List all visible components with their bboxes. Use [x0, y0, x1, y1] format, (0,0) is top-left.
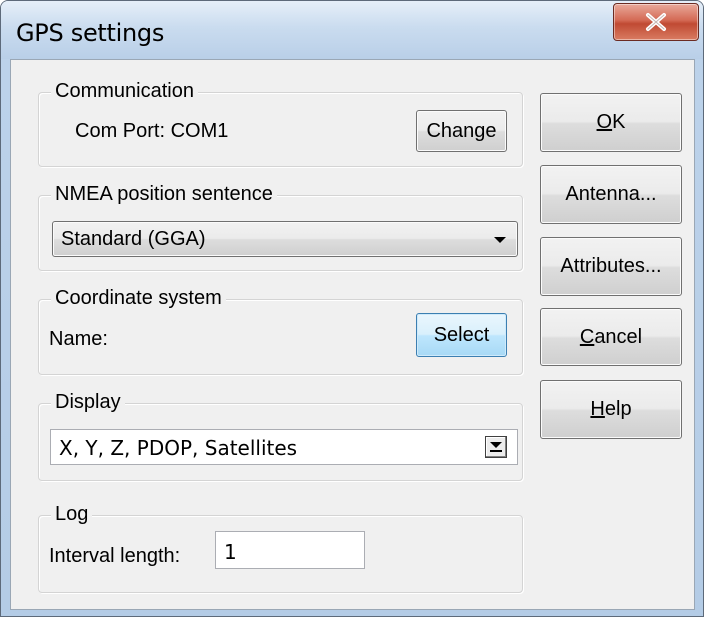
- antenna-button[interactable]: Antenna...: [540, 165, 682, 224]
- antenna-label: Antenna...: [565, 183, 657, 205]
- help-mnemonic: H: [590, 398, 605, 420]
- change-button-label: Change: [426, 119, 497, 142]
- interval-length-value: 1: [224, 540, 237, 564]
- help-label: elp: [604, 398, 632, 420]
- select-button-label: Select: [433, 323, 490, 346]
- log-group-label: Log: [51, 503, 93, 526]
- display-fields-select[interactable]: X, Y, Z, PDOP, Satellites: [50, 429, 518, 465]
- attributes-button[interactable]: Attributes...: [540, 237, 682, 296]
- com-port-text: Com Port: COM1: [75, 120, 229, 142]
- display-group-label: Display: [51, 391, 125, 414]
- nmea-sentence-select[interactable]: Standard (GGA): [52, 221, 518, 257]
- close-icon: [646, 13, 666, 31]
- cancel-label: ancel: [594, 325, 643, 348]
- nmea-group-label: NMEA position sentence: [51, 183, 277, 206]
- close-button[interactable]: [613, 3, 699, 41]
- chevron-down-icon: [494, 237, 506, 243]
- dialog-body: Communication Com Port: COM1 Change NMEA…: [10, 59, 695, 610]
- display-dropdown-button[interactable]: [485, 436, 507, 458]
- title-bar[interactable]: GPS settings: [1, 1, 703, 59]
- cancel-mnemonic: C: [579, 325, 595, 348]
- coordinate-name-label: Name:: [49, 328, 108, 350]
- attributes-label: Attributes...: [560, 255, 662, 277]
- nmea-selected-value: Standard (GGA): [61, 228, 206, 250]
- chevron-down-icon: [490, 442, 502, 448]
- coordinate-system-group-label: Coordinate system: [51, 287, 226, 310]
- communication-group-label: Communication: [51, 80, 198, 103]
- ok-label: K: [612, 111, 626, 133]
- interval-length-input[interactable]: 1: [215, 531, 365, 569]
- interval-length-label: Interval length:: [49, 545, 181, 567]
- window-title: GPS settings: [16, 19, 165, 47]
- gps-settings-window: GPS settings Communication Com Port: COM…: [0, 0, 704, 617]
- display-selected-value: X, Y, Z, PDOP, Satellites: [59, 436, 298, 460]
- help-button[interactable]: Help: [540, 380, 682, 439]
- ok-mnemonic: O: [596, 111, 613, 133]
- change-button[interactable]: Change: [416, 110, 507, 152]
- select-coordinate-button[interactable]: Select: [416, 313, 507, 357]
- ok-button[interactable]: OK: [540, 93, 682, 152]
- cancel-button[interactable]: Cancel: [540, 308, 682, 366]
